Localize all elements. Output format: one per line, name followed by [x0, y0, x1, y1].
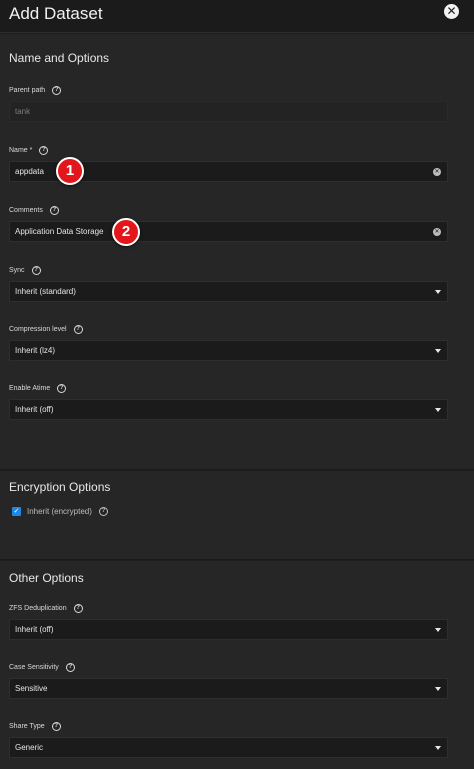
dedup-select[interactable]: Inherit (off) [9, 619, 448, 640]
help-icon[interactable]: ? [73, 604, 83, 613]
help-icon[interactable]: ? [49, 206, 59, 215]
case-sensitivity-select[interactable]: Sensitive [9, 678, 448, 699]
annotation-badge-1: 1 [56, 157, 84, 185]
encryption-inherit-label: Inherit (encrypted) [27, 507, 92, 516]
name-value: appdata [15, 167, 44, 176]
encryption-inherit-checkbox[interactable]: ✓ Inherit (encrypted) ? [12, 507, 108, 516]
chevron-down-icon [435, 746, 441, 750]
help-icon[interactable]: ? [51, 722, 61, 731]
dedup-value: Inherit (off) [15, 625, 54, 634]
help-icon[interactable]: ? [31, 266, 41, 275]
section-name-options: Name and Options Parent path ? tank Name… [0, 34, 474, 470]
parent-path-label: Parent path ? [9, 86, 62, 95]
clear-icon[interactable]: ✕ [433, 228, 441, 236]
dedup-label: ZFS Deduplication ? [9, 604, 83, 613]
sync-select[interactable]: Inherit (standard) [9, 281, 448, 302]
section-title-other: Other Options [9, 571, 84, 585]
clear-icon[interactable]: ✕ [433, 168, 441, 176]
dialog-header: Add Dataset ✕ [0, 0, 474, 33]
help-icon[interactable]: ? [98, 507, 108, 516]
sync-label: Sync ? [9, 266, 41, 275]
name-label: Name * ? [9, 146, 49, 155]
atime-label: Enable Atime ? [9, 384, 67, 393]
sync-value: Inherit (standard) [15, 287, 76, 296]
compression-value: Inherit (lz4) [15, 346, 56, 355]
atime-select[interactable]: Inherit (off) [9, 399, 448, 420]
checkbox-checked-icon[interactable]: ✓ [12, 507, 21, 516]
case-sensitivity-label: Case Sensitivity ? [9, 663, 75, 672]
comments-input[interactable]: Application Data Storage ✕ [9, 221, 448, 242]
atime-value: Inherit (off) [15, 405, 54, 414]
section-title-encryption: Encryption Options [9, 480, 111, 494]
close-icon[interactable]: ✕ [444, 4, 459, 19]
section-title-name-options: Name and Options [9, 51, 110, 65]
case-sensitivity-value: Sensitive [15, 684, 48, 693]
share-type-select[interactable]: Generic [9, 737, 448, 758]
help-icon[interactable]: ? [57, 384, 67, 393]
help-icon[interactable]: ? [73, 325, 83, 334]
help-icon[interactable]: ? [52, 86, 62, 95]
chevron-down-icon [435, 687, 441, 691]
compression-label: Compression level ? [9, 325, 83, 334]
help-icon[interactable]: ? [65, 663, 75, 672]
annotation-badge-2: 2 [112, 218, 140, 246]
share-type-value: Generic [15, 743, 44, 752]
chevron-down-icon [435, 628, 441, 632]
help-icon[interactable]: ? [39, 146, 49, 155]
comments-value: Application Data Storage [15, 227, 104, 236]
comments-label: Comments ? [9, 206, 59, 215]
dialog-title: Add Dataset [9, 4, 103, 23]
compression-select[interactable]: Inherit (lz4) [9, 340, 448, 361]
chevron-down-icon [435, 408, 441, 412]
section-other: Other Options ZFS Deduplication ? Inheri… [0, 561, 474, 769]
chevron-down-icon [435, 349, 441, 353]
share-type-label: Share Type ? [9, 722, 61, 731]
parent-path-field: tank [9, 101, 448, 122]
chevron-down-icon [435, 290, 441, 294]
